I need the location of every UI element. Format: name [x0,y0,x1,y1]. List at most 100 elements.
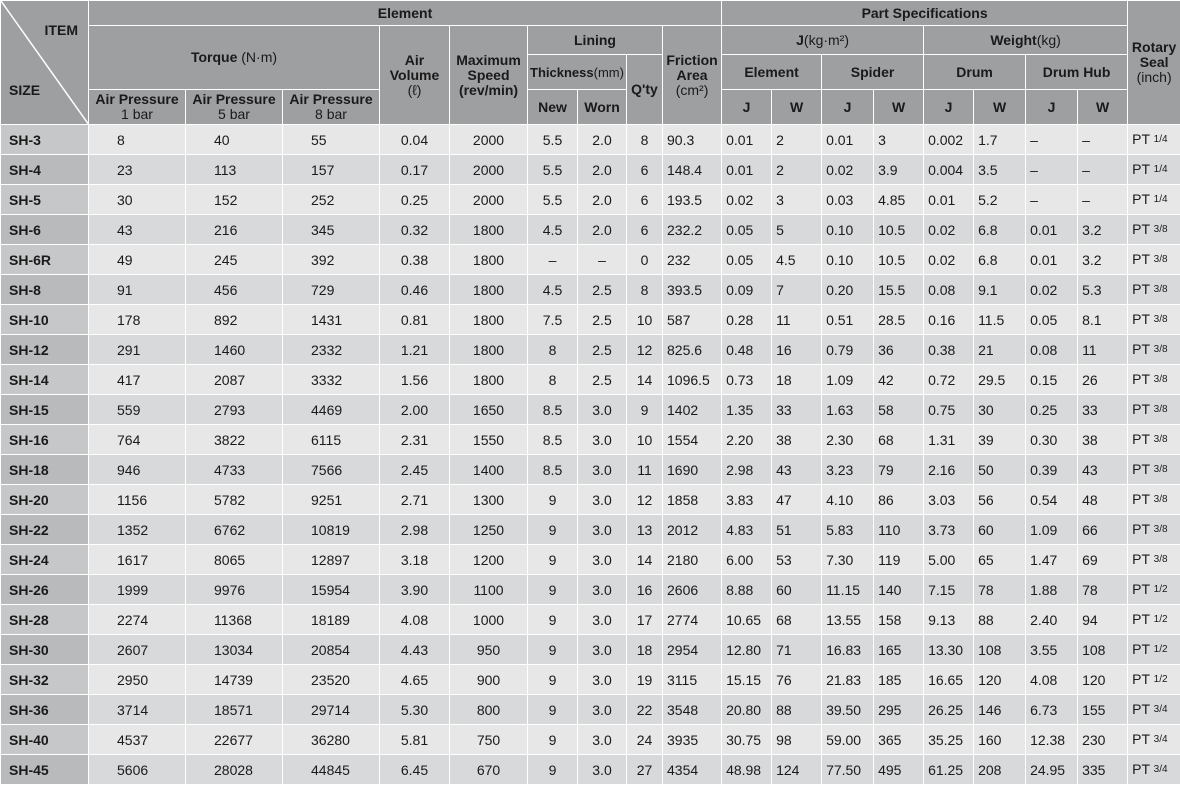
drum-hub-w-cell: 48 [1078,485,1128,515]
seal-type: PT [1132,191,1150,207]
qty-cell: 14 [627,365,663,395]
qty-cell: 12 [627,335,663,365]
seal-type: PT [1132,401,1150,417]
lining-new-cell: 8 [528,365,578,395]
element-j-cell: 0.01 [722,125,772,155]
drum-w-cell: 50 [974,455,1026,485]
lining-worn-cell: 3.0 [578,485,627,515]
lining-worn-cell: – [578,245,627,275]
lining-new-cell: 8.5 [528,395,578,425]
torque-8bar-cell: 12897 [283,545,380,575]
max-speed-cell: 2000 [450,125,528,155]
drum-j-cell: 0.004 [924,155,974,185]
air-volume-header: Air Volume (ℓ) [380,26,450,125]
size-cell: SH-3 [1,125,89,155]
element-w-cell: 76 [772,665,822,695]
element-w-cell: 51 [772,515,822,545]
table-row: SH-1017889214310.8118007.52.5105870.2811… [1,305,1180,335]
drum-hub-w-cell: 69 [1078,545,1128,575]
lining-new-cell: 4.5 [528,215,578,245]
table-row: SH-2213526762108192.98125093.01320124.83… [1,515,1180,545]
table-row: SH-2416178065128973.18120093.01421806.00… [1,545,1180,575]
element-j-cell: 12.80 [722,635,772,665]
friction-area-cell: 1690 [663,455,722,485]
air-volume-cell: 5.30 [380,695,450,725]
spider-w-cell: 10.5 [874,245,924,275]
torque-8bar-cell: 36280 [283,725,380,755]
size-cell: SH-8 [1,275,89,305]
drum-w-cell: 30 [974,395,1026,425]
size-cell: SH-20 [1,485,89,515]
rotary-seal-cell: PT 3/8 [1128,425,1180,455]
element-w-cell: 3 [772,185,822,215]
spider-w-cell: 68 [874,425,924,455]
spider-w-cell: 4.85 [874,185,924,215]
friction-area-cell: 1402 [663,395,722,425]
table-row: SH-4231131570.1720005.52.06148.40.0120.0… [1,155,1180,185]
spider-w-cell: 3 [874,125,924,155]
size-cell: SH-22 [1,515,89,545]
seal-size-fraction: 3/8 [1154,344,1168,355]
torque-1bar-cell: 946 [89,455,186,485]
lining-new-cell: 9 [528,635,578,665]
torque-8bar-cell: 18189 [283,605,380,635]
size-cell: SH-30 [1,635,89,665]
rotary-seal-cell: PT 1/4 [1128,125,1180,155]
size-cell: SH-36 [1,695,89,725]
drum-w-header: W [974,90,1026,125]
spider-w-cell: 165 [874,635,924,665]
air-pressure-1-header: Air Pressure1 bar [89,90,186,125]
element-j-cell: 48.98 [722,755,772,785]
rotary-seal-cell: PT 1/4 [1128,155,1180,185]
drum-hub-w-cell: – [1078,185,1128,215]
seal-size-fraction: 3/8 [1154,374,1168,385]
table-body: SH-3840550.0420005.52.0890.30.0120.0130.… [1,125,1180,785]
drum-hub-j-cell: 1.09 [1026,515,1078,545]
element-j-cell: 0.02 [722,185,772,215]
seal-type: PT [1132,341,1150,357]
spider-w-cell: 119 [874,545,924,575]
lining-worn-cell: 3.0 [578,635,627,665]
lining-new-cell: 9 [528,515,578,545]
drum-j-cell: 2.16 [924,455,974,485]
seal-type: PT [1132,131,1150,147]
drum-hub-j-cell: – [1026,185,1078,215]
seal-size-fraction: 1/2 [1154,644,1168,655]
torque-5bar-cell: 18571 [186,695,283,725]
rotary-seal-cell: PT 3/4 [1128,725,1180,755]
friction-area-cell: 4354 [663,755,722,785]
lining-worn-cell: 3.0 [578,395,627,425]
element-w-cell: 88 [772,695,822,725]
air-pressure-8-header: Air Pressure8 bar [283,90,380,125]
rotary-seal-cell: PT 3/8 [1128,365,1180,395]
max-speed-header: Maximum Speed (rev/min) [450,26,528,125]
lining-worn-cell: 2.0 [578,185,627,215]
drum-hub-j-cell: – [1026,155,1078,185]
torque-8bar-cell: 15954 [283,575,380,605]
lining-worn-cell: 3.0 [578,605,627,635]
max-speed-cell: 1800 [450,215,528,245]
spider-w-cell: 495 [874,755,924,785]
drum-w-cell: 1.7 [974,125,1026,155]
torque-5bar-cell: 2087 [186,365,283,395]
rotary-seal-cell: PT 1/2 [1128,635,1180,665]
size-cell: SH-14 [1,365,89,395]
drum-w-cell: 208 [974,755,1026,785]
rotary-seal-cell: PT 3/8 [1128,335,1180,365]
size-cell: SH-28 [1,605,89,635]
seal-type: PT [1132,371,1150,387]
air-volume-cell: 0.38 [380,245,450,275]
qty-cell: 6 [627,155,663,185]
torque-8bar-cell: 20854 [283,635,380,665]
lining-new-cell: – [528,245,578,275]
table-row: SH-40453722677362805.8175093.024393530.7… [1,725,1180,755]
torque-1bar-cell: 1156 [89,485,186,515]
torque-5bar-cell: 113 [186,155,283,185]
drum-hub-w-cell: 43 [1078,455,1128,485]
drum-hub-w-cell: 155 [1078,695,1128,725]
torque-5bar-cell: 245 [186,245,283,275]
rotary-seal-cell: PT 1/2 [1128,575,1180,605]
lining-header: Lining [528,26,663,55]
max-speed-cell: 1250 [450,515,528,545]
drum-w-cell: 108 [974,635,1026,665]
